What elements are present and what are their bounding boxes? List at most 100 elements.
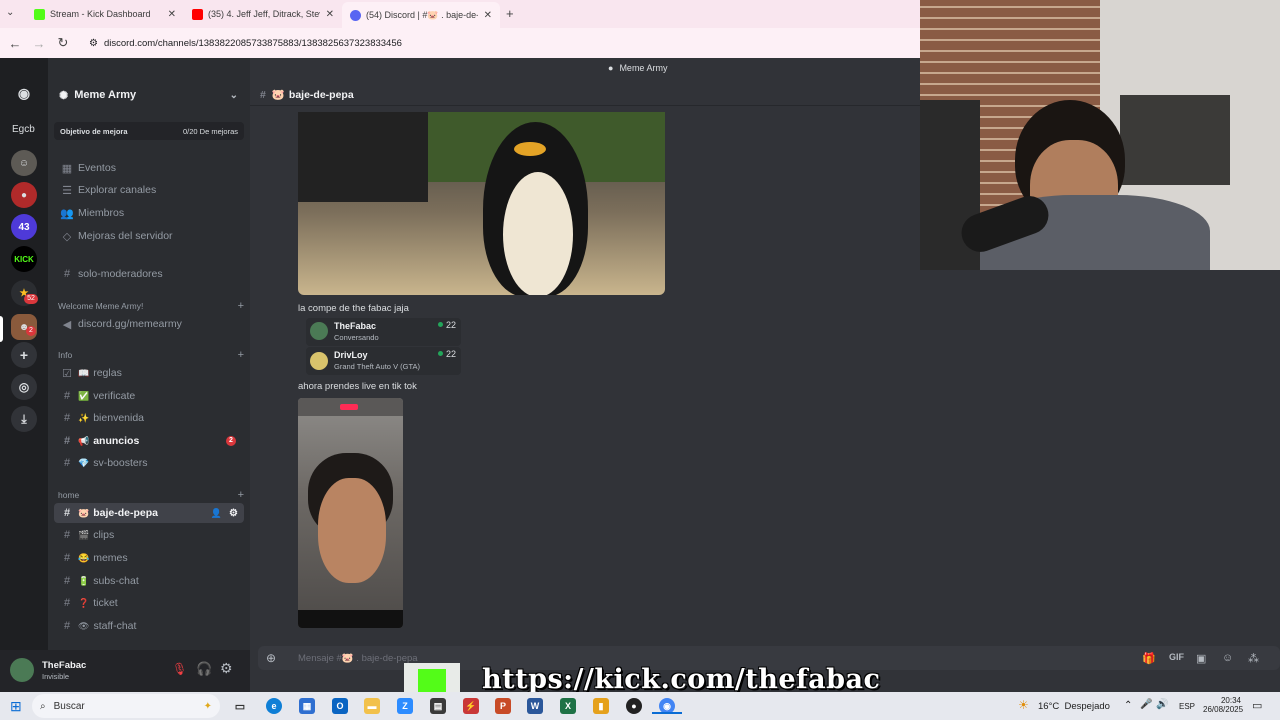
channel-anuncios[interactable]: # 📢 anuncios 2 <box>54 431 244 451</box>
emoji-icon[interactable]: ☺ <box>1222 652 1233 664</box>
calendar-icon: ▦ <box>61 162 73 175</box>
edge-icon[interactable]: e <box>266 698 282 714</box>
menu-miembros[interactable]: 👥 Miembros <box>54 203 244 223</box>
file-explorer-icon[interactable]: ▬ <box>364 698 380 714</box>
menu-explorar-canales[interactable]: ☰ Explorar canales <box>54 180 244 200</box>
attachment-image-tiktok[interactable] <box>298 398 403 628</box>
penguin-beak-shape <box>514 142 546 156</box>
tray-chevron-icon[interactable]: ⌃ <box>1124 700 1132 711</box>
gear-icon[interactable]: ⚙ <box>229 508 238 519</box>
close-tab-icon[interactable]: ✕ <box>326 9 334 20</box>
server-header[interactable]: ✺ Meme Army ⌄ <box>48 84 250 106</box>
clock[interactable]: 20:34 26/08/2025 <box>1203 696 1243 714</box>
category-welcome[interactable]: Welcome Meme Army! + <box>58 300 244 312</box>
channel-emoji: 💎 <box>78 457 90 468</box>
tab-list-icon[interactable]: ⌄ <box>6 7 14 18</box>
youtube-favicon-icon <box>192 8 203 20</box>
boost-goal-bar[interactable]: Objetivo de mejora 0/20 De mejoras <box>54 122 244 140</box>
discover-icon[interactable]: ◎ <box>11 374 37 400</box>
channel-memes[interactable]: # 😂 memes <box>54 548 244 568</box>
category-home[interactable]: home + <box>58 489 244 501</box>
search-placeholder: Buscar <box>53 700 85 712</box>
channel-baje-de-pepa[interactable]: # 🐷 baje-de-pepa 👤 ⚙ <box>54 503 244 523</box>
channel-sv-boosters[interactable]: # 💎 sv-boosters <box>54 453 244 473</box>
activity-card[interactable]: DrivLoy Grand Theft Auto V (GTA) 22 <box>306 347 461 375</box>
sticker-icon[interactable]: ▣ <box>1196 652 1206 665</box>
activity-card[interactable]: TheFabac Conversando 22 <box>306 318 461 346</box>
members-icon: 👥 <box>60 207 74 220</box>
channel-verificate[interactable]: # ✅ verificate <box>54 386 244 406</box>
tab-kick-dashboard[interactable]: Stream - Kick Dashboard ✕ <box>26 3 184 25</box>
word-icon[interactable]: W <box>527 698 543 714</box>
url-field[interactable]: ⚙ discord.com/channels/13838220857338758… <box>89 38 402 49</box>
channel-reglas[interactable]: ☑ 📖 reglas <box>54 363 244 383</box>
add-server-icon[interactable]: + <box>11 342 37 368</box>
selected-server-pill <box>0 316 3 342</box>
server-avatar-icon[interactable]: ☺ <box>11 150 37 176</box>
channel-header-title: baje-de-pepa <box>288 88 354 101</box>
back-icon[interactable]: ← <box>3 36 27 51</box>
server-avatar-icon[interactable]: ● <box>11 182 37 208</box>
tab-discord[interactable]: (54) Discord | #🐷 . baje-de-pe ✕ <box>342 2 500 28</box>
menu-mejoras[interactable]: ◇ Mejoras del servidor <box>54 226 244 246</box>
app-icon[interactable]: ▮ <box>593 698 609 714</box>
close-tab-icon[interactable]: ✕ <box>168 9 176 20</box>
excel-icon[interactable]: X <box>560 698 576 714</box>
channel-ticket[interactable]: # ❓ ticket <box>54 593 244 613</box>
search-highlight-icon: ✦ <box>203 700 212 712</box>
channel-bienvenida[interactable]: # ✨ bienvenida <box>54 408 244 428</box>
url-text: discord.com/channels/1383822085733875883… <box>103 37 402 49</box>
settings-gear-icon[interactable]: ⚙ <box>220 660 233 677</box>
channel-subs-chat[interactable]: # 🔋 subs-chat <box>54 571 244 591</box>
powerpoint-icon[interactable]: P <box>495 698 511 714</box>
channel-clips[interactable]: # 🎬 clips <box>54 525 244 545</box>
obs-icon[interactable]: ● <box>626 698 642 714</box>
channel-staff-chat[interactable]: # 👁 staff-chat <box>54 616 244 636</box>
chevron-down-icon: ⌄ <box>229 89 238 101</box>
avatar[interactable] <box>10 658 34 682</box>
gif-icon[interactable]: GIF <box>1169 652 1184 662</box>
hashtag-icon: # <box>63 620 71 632</box>
windows-start-icon[interactable]: ⊞ <box>10 698 22 715</box>
invite-icon[interactable]: 👤 <box>211 508 222 519</box>
kick-favicon-icon <box>34 8 45 20</box>
store-icon[interactable]: ▤ <box>430 698 446 714</box>
weather-text[interactable]: 16°C Despejado <box>1038 701 1110 712</box>
speaker-icon[interactable]: 🔊 <box>1156 699 1168 710</box>
new-tab-button[interactable]: + <box>506 6 514 21</box>
server-avatar-icon[interactable]: 43 <box>11 214 37 240</box>
task-view-icon[interactable]: ▭ <box>232 698 248 714</box>
microphone-icon[interactable]: 🎤 <box>1140 699 1152 710</box>
add-channel-icon[interactable]: + <box>238 300 244 312</box>
kick-server-icon[interactable]: KICK <box>11 246 37 272</box>
calculator-icon[interactable]: ▦ <box>299 698 315 714</box>
headphones-icon[interactable]: 🎧 <box>196 661 212 677</box>
add-channel-icon[interactable]: + <box>238 349 244 361</box>
tab-youtube[interactable]: (35) 4. Jeff Jeff, Ditrack, Steve Sp ✕ <box>184 3 342 25</box>
server-icon: ✺ <box>59 89 69 102</box>
channel-solo-moderadores[interactable]: # solo-moderadores <box>54 264 244 284</box>
channel-discord-gg[interactable]: ◀ discord.gg/memearmy <box>54 314 244 334</box>
site-info-icon[interactable]: ⚙ <box>89 38 98 49</box>
hashtag-icon: # <box>63 390 71 402</box>
mic-muted-icon[interactable]: 🎙 <box>172 662 187 676</box>
close-tab-icon[interactable]: ✕ <box>484 10 492 21</box>
language-indicator[interactable]: ESP <box>1179 702 1195 711</box>
download-icon[interactable]: ⤓ <box>11 406 37 432</box>
forward-icon[interactable]: → <box>27 36 51 51</box>
discord-home-icon[interactable]: ◉ <box>11 80 37 106</box>
add-channel-icon[interactable]: + <box>238 489 244 501</box>
channel-emoji: 📢 <box>78 435 90 446</box>
outlook-icon[interactable]: O <box>332 698 348 714</box>
taskbar-search[interactable]: ⌕ Buscar ✦ <box>32 694 220 718</box>
gift-icon[interactable]: 🎁 <box>1142 652 1156 665</box>
notification-icon[interactable]: ▭ <box>1252 699 1262 712</box>
attachment-image-penguin[interactable] <box>298 112 665 295</box>
zoom-icon[interactable]: Z <box>397 698 413 714</box>
reload-icon[interactable]: ↻ <box>51 35 75 51</box>
add-attachment-icon[interactable]: ⊕ <box>266 651 276 665</box>
apps-icon[interactable]: ⁂ <box>1248 652 1259 665</box>
app-icon[interactable]: ⚡ <box>463 698 479 714</box>
category-info[interactable]: Info + <box>58 349 244 361</box>
menu-eventos[interactable]: ▦ Eventos <box>54 158 244 178</box>
